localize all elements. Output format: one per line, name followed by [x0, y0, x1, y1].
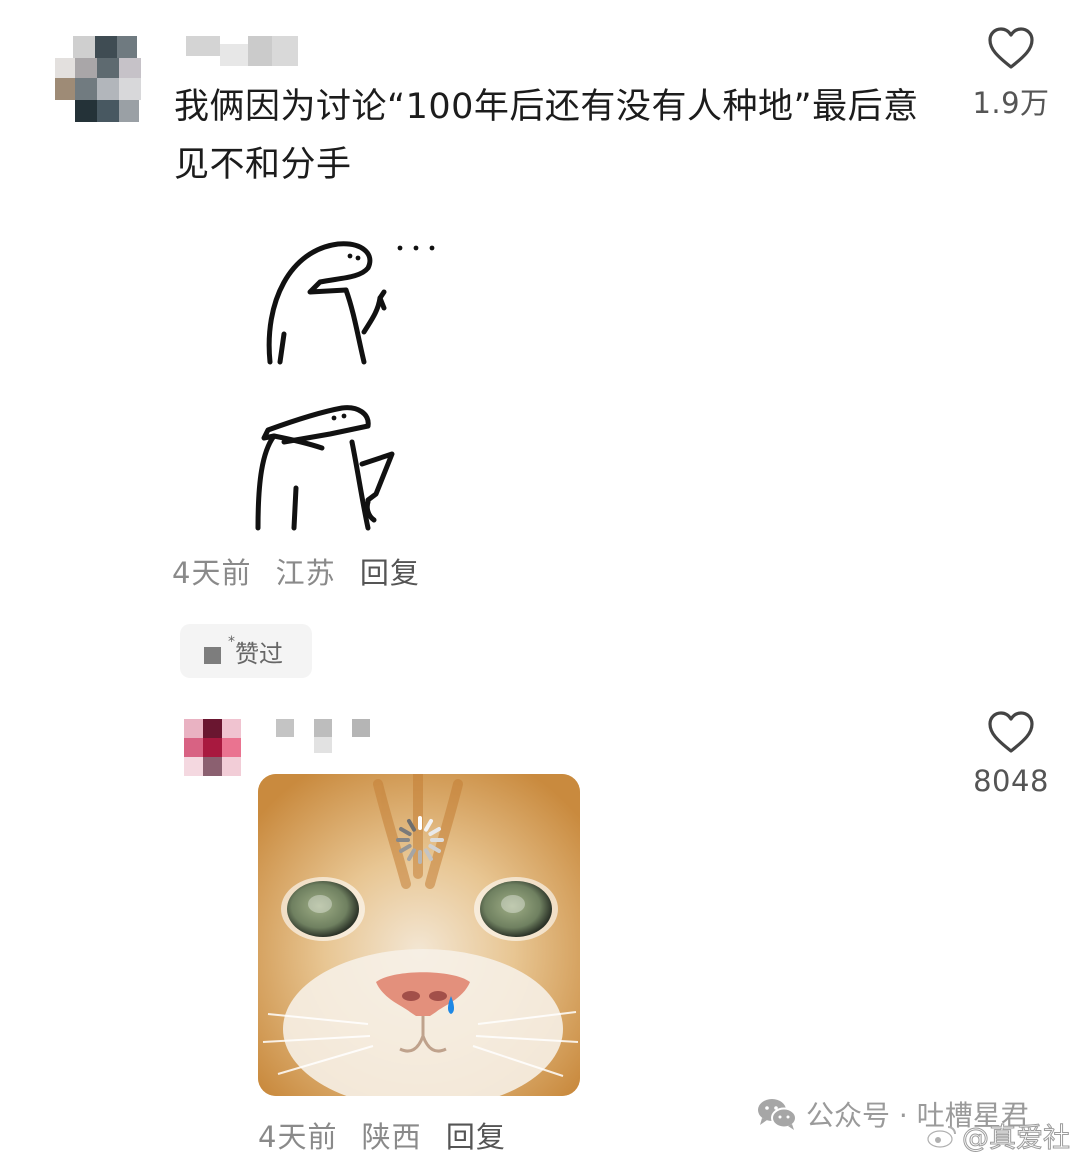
comment-location: 江苏 — [275, 556, 336, 590]
like-count: 8048 — [973, 764, 1049, 798]
avatar[interactable] — [184, 719, 241, 776]
author-avatar-blurred — [204, 647, 221, 664]
weibo-icon — [926, 1125, 956, 1148]
reply-button[interactable]: 回复 — [446, 1120, 506, 1154]
weibo-watermark: @真爱社 — [926, 1116, 1071, 1155]
liked-badge-label: *赞过 — [228, 634, 283, 668]
like-group[interactable]: 8048 — [951, 710, 1071, 798]
avatar[interactable] — [55, 36, 151, 132]
heart-outline-icon[interactable] — [987, 710, 1035, 754]
like-group[interactable]: 1.9万 — [951, 26, 1071, 122]
liked-badge: *赞过 — [180, 624, 312, 678]
reply-button[interactable]: 回复 — [360, 556, 420, 590]
weibo-source-label: @真爱社 — [962, 1123, 1071, 1155]
comment-meta: 4天前 陕西 回复 — [258, 1114, 520, 1156]
comment-time: 4天前 — [258, 1120, 338, 1154]
username-blurred[interactable] — [276, 719, 372, 755]
comment-meta: 4天前 江苏 回复 — [172, 550, 434, 592]
like-count: 1.9万 — [972, 86, 1050, 120]
wechat-icon — [758, 1099, 797, 1130]
meme-sticker-image[interactable] — [250, 232, 482, 532]
username-blurred[interactable] — [186, 36, 298, 72]
comment-location: 陕西 — [361, 1120, 422, 1154]
heart-outline-icon[interactable] — [987, 26, 1035, 70]
cat-meme-image[interactable] — [258, 774, 580, 1096]
comment-time: 4天前 — [172, 556, 252, 590]
comment-text: 我俩因为讨论“100年后还有没有人种地”最后意见不和分手 — [174, 87, 919, 185]
